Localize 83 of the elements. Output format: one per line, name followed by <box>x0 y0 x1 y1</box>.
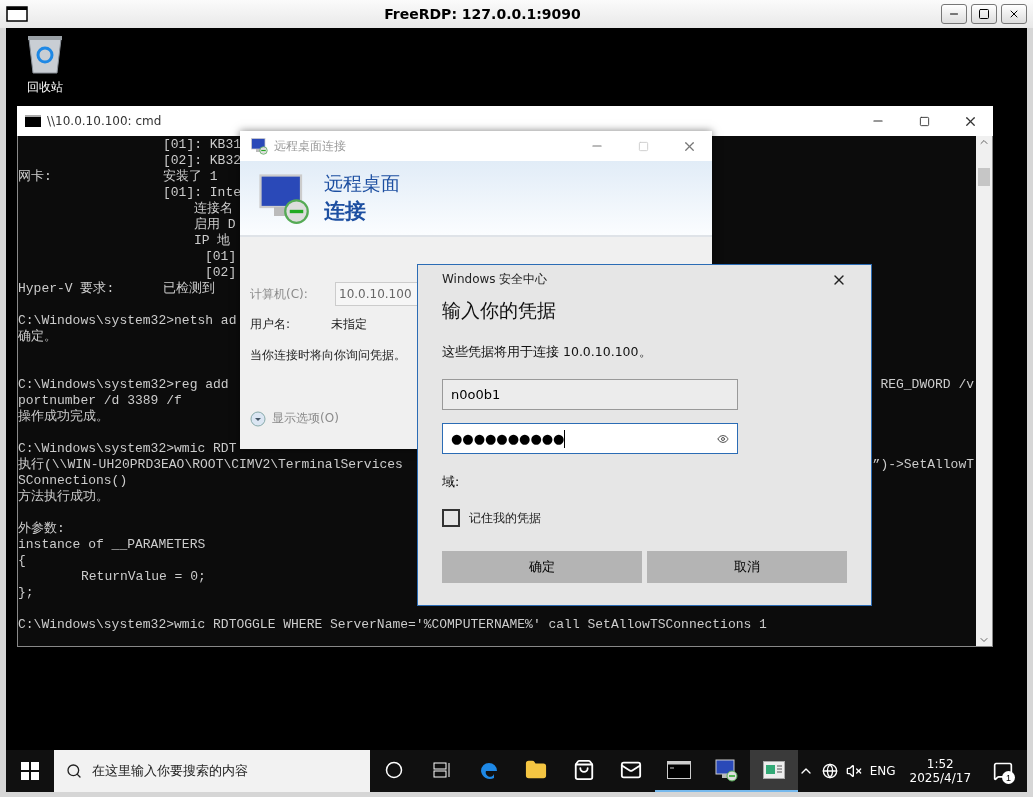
remote-desktop-icon <box>250 137 268 155</box>
console-line: C:\Windows\system32>netsh ad <box>18 313 237 329</box>
terminal-icon <box>666 761 691 779</box>
notification-icon <box>993 761 1014 781</box>
console-line: REG_DWORD /v <box>880 377 974 393</box>
globe-icon[interactable] <box>821 763 838 779</box>
console-line: 启用 D <box>193 217 236 233</box>
close-button[interactable] <box>1001 4 1027 24</box>
console-line: C:\Windows\system32>wmic RDTOGGLE WHERE ServerName='%COMPUTERNAME%' call SetAllowTSConnections 1 <box>18 617 767 633</box>
console-line: 操作成功完成。 <box>18 409 109 425</box>
console-line: 执行(\\WIN-UH20PRD3EAO\ROOT\CIMV2\TerminalServices <box>18 457 403 473</box>
folder-icon <box>525 759 548 781</box>
reveal-password-icon <box>717 432 729 445</box>
console-line: 外参数: <box>18 521 65 537</box>
console-line: ”)->SetAllowT <box>872 457 974 473</box>
console-line: C:\Windows\system32>reg add <box>18 377 229 393</box>
window-icon <box>762 761 785 779</box>
remote-desktop-icon <box>714 758 739 782</box>
checkbox[interactable] <box>442 509 460 527</box>
close-icon <box>1008 8 1020 20</box>
console-line: ReturnValue = 0; <box>80 569 206 585</box>
console-line: IP 地 <box>193 233 231 249</box>
clock[interactable]: 1:52 2025/4/17 <box>903 757 978 785</box>
maximize-icon <box>978 8 990 20</box>
console-line: { <box>18 553 26 569</box>
window-title: 远程桌面连接 <box>274 137 347 155</box>
console-line: 安装了 1 <box>163 169 218 185</box>
dialog-heading: 连接 <box>324 198 367 225</box>
shopping-bag-icon <box>572 759 595 781</box>
checkbox-label[interactable]: 记住我的凭据 <box>469 509 541 527</box>
notification-button[interactable]: 1 <box>985 750 1022 792</box>
password-field[interactable]: ●●●●●●●●●● <box>442 423 738 454</box>
console-line: }; <box>18 585 34 601</box>
username-field[interactable]: n0o0b1 <box>442 379 738 410</box>
search-icon <box>65 763 82 779</box>
dialog-button[interactable]: 确定 <box>442 551 642 583</box>
terminal-icon <box>25 115 41 127</box>
window-title: FreeRDP: 127.0.0.1:9090 <box>383 6 582 22</box>
desktop-icon-label[interactable]: 回收站 <box>27 79 63 96</box>
task-view-icon <box>432 762 451 778</box>
console-line: instance of __PARAMETERS <box>18 537 206 553</box>
expand-icon[interactable] <box>250 410 266 427</box>
dialog-title: 输入你的凭据 <box>442 298 557 323</box>
mail-icon <box>620 759 643 781</box>
maximize-icon <box>637 140 649 152</box>
credential-note: 当你连接时将向你询问凭据。 <box>250 347 406 364</box>
speaker-muted-icon[interactable] <box>845 763 862 779</box>
domain-label: 域: <box>442 474 461 491</box>
console-line: 方法执行成功。 <box>18 489 109 505</box>
console-line: SConnections() <box>18 473 128 489</box>
console-line: 网卡: <box>18 169 53 185</box>
console-line: [02] <box>204 265 237 281</box>
recycle-bin-icon[interactable] <box>26 33 64 75</box>
notification-badge: 1 <box>1002 771 1016 784</box>
username-value: 未指定 <box>331 315 368 333</box>
maximize-icon <box>918 115 930 127</box>
console-line: 确定。 <box>18 329 57 345</box>
console-line: 已检测到 <box>163 281 215 297</box>
console-line: C:\Windows\system32>wmic RDT <box>18 441 237 457</box>
console-line: Hyper-V 要求: <box>18 281 116 297</box>
window-icon <box>6 6 28 22</box>
console-line: [01]: KB31 <box>162 137 241 153</box>
minimize-button[interactable] <box>941 4 967 24</box>
console-line: [01] <box>204 249 237 265</box>
remote-desktop-icon <box>256 171 310 225</box>
taskbar-app[interactable] <box>750 750 798 792</box>
console-line: portnumber /d 3389 /f <box>18 393 182 409</box>
console-line: 连接名 <box>193 201 233 217</box>
maximize-button[interactable] <box>971 4 997 24</box>
dialog-button[interactable]: 取消 <box>647 551 847 583</box>
windows-logo-icon <box>20 762 39 780</box>
window-title: \\10.0.10.100: cmd <box>47 114 163 128</box>
scroll-thumb[interactable] <box>978 168 990 186</box>
dialog-heading: 远程桌面 <box>324 171 400 196</box>
search-field[interactable]: 在这里输入你要搜索的内容 <box>53 750 371 792</box>
username-label: 用户名: <box>250 315 292 333</box>
language-indicator[interactable]: ENG <box>869 764 896 778</box>
dialog-message: 这些凭据将用于连接 10.0.10.100。 <box>442 344 653 361</box>
console-line: [02]: KB32 <box>162 153 241 169</box>
circle-icon <box>385 761 403 779</box>
computer-label: 计算机(C): <box>250 285 309 303</box>
dialog-app-name: Windows 安全中心 <box>442 271 548 288</box>
console-line: [01]: Inte <box>162 185 241 201</box>
